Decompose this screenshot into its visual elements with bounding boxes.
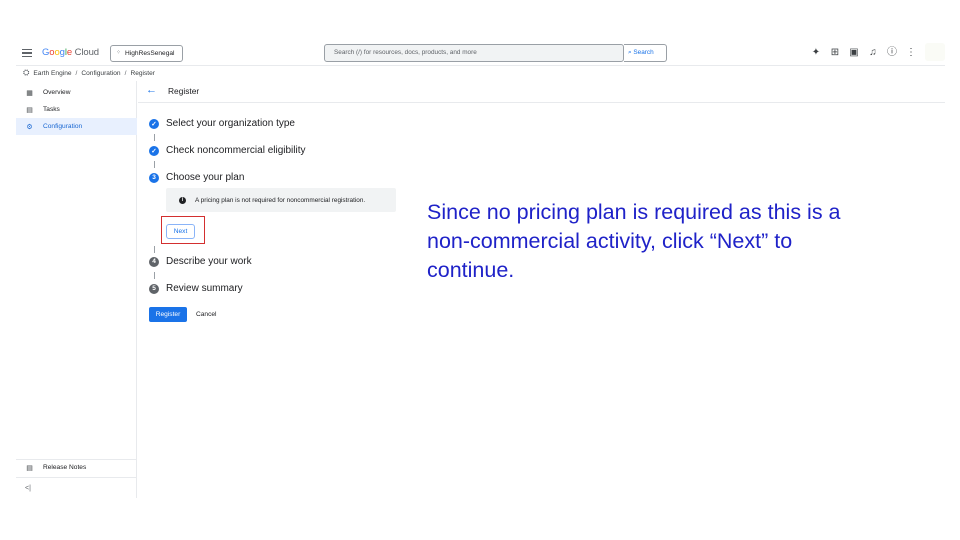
info-icon: i — [179, 196, 186, 204]
breadcrumb-register: Register — [130, 69, 156, 77]
project-picker[interactable]: ⁘ HighResSenegal — [110, 45, 183, 62]
step-connector — [154, 134, 155, 141]
cancel-button[interactable]: Cancel — [196, 307, 217, 322]
notes-icon: ▤ — [26, 464, 33, 472]
help-icon[interactable]: ⓘ — [886, 46, 898, 59]
project-name: HighResSenegal — [125, 50, 175, 57]
step-number-badge: 5 — [149, 283, 159, 294]
step-eligibility[interactable]: ✓ Check noncommercial eligibility — [149, 145, 306, 156]
top-bar: Google Cloud ⁘ HighResSenegal Search (/)… — [16, 40, 945, 66]
plan-info-banner: i A pricing plan is not required for non… — [166, 188, 396, 212]
search-button[interactable]: ⌕ Search — [624, 44, 667, 62]
breadcrumb-configuration[interactable]: Configuration — [81, 70, 120, 77]
spark-icon[interactable]: ✦ — [810, 46, 822, 59]
step-organization-type[interactable]: ✓ Select your organization type — [149, 118, 295, 129]
menu-icon[interactable] — [22, 49, 32, 58]
project-icon: ⁘ — [116, 50, 122, 56]
check-icon: ✓ — [149, 118, 159, 129]
bell-icon[interactable]: ♫ — [867, 46, 879, 59]
document-icon: ▤ — [26, 106, 33, 114]
page-title: Register — [168, 86, 200, 96]
back-arrow-icon[interactable]: ← — [146, 84, 157, 96]
search-icon: ⌕ — [628, 49, 632, 56]
step-connector — [154, 272, 155, 279]
step-number-badge: 3 — [149, 172, 159, 183]
plan-info-text: A pricing plan is not required for nonco… — [195, 196, 366, 204]
step-choose-plan[interactable]: 3 Choose your plan — [149, 172, 244, 183]
gear-icon: ⚙ — [26, 123, 33, 131]
sidebar-item-tasks[interactable]: ▤ Tasks — [16, 101, 137, 118]
avatar[interactable] — [925, 43, 945, 61]
breadcrumb-earth-engine[interactable]: Earth Engine — [33, 70, 71, 77]
more-vert-icon[interactable]: ⋮ — [905, 46, 917, 59]
step-connector — [154, 246, 155, 253]
step-review-summary: 5 Review summary — [149, 283, 243, 294]
search-input[interactable]: Search (/) for resources, docs, products… — [324, 44, 624, 62]
sidebar-divider — [16, 477, 137, 478]
step-describe-work: 4 Describe your work — [149, 256, 252, 267]
sidebar: ▦ Overview ▤ Tasks ⚙ Configuration ▤ Rel… — [16, 81, 137, 498]
instruction-text: Since no pricing plan is required as thi… — [427, 200, 841, 282]
top-actions: ✦ ⊞ ▣ ♫ ⓘ ⋮ — [810, 46, 917, 59]
register-button[interactable]: Register — [149, 307, 187, 322]
page-header: ← Register — [138, 81, 945, 103]
collapse-sidebar-icon[interactable]: <| — [25, 485, 31, 492]
step-number-badge: 4 — [149, 256, 159, 267]
sidebar-item-overview[interactable]: ▦ Overview — [16, 84, 137, 101]
sidebar-item-release-notes[interactable]: ▤ Release Notes — [16, 459, 137, 476]
gift-icon[interactable]: ⊞ — [829, 46, 841, 59]
terminal-icon[interactable]: ▣ — [848, 46, 860, 59]
check-icon: ✓ — [149, 145, 159, 156]
earth-engine-icon: ⛭ — [23, 68, 30, 77]
breadcrumb: ⛭ Earth Engine / Configuration / Registe… — [23, 68, 156, 77]
grid-icon: ▦ — [26, 89, 33, 97]
google-cloud-logo[interactable]: Google Cloud — [42, 47, 99, 58]
next-button[interactable]: Next — [166, 224, 195, 239]
step-connector — [154, 161, 155, 168]
sidebar-item-configuration[interactable]: ⚙ Configuration — [16, 118, 137, 135]
